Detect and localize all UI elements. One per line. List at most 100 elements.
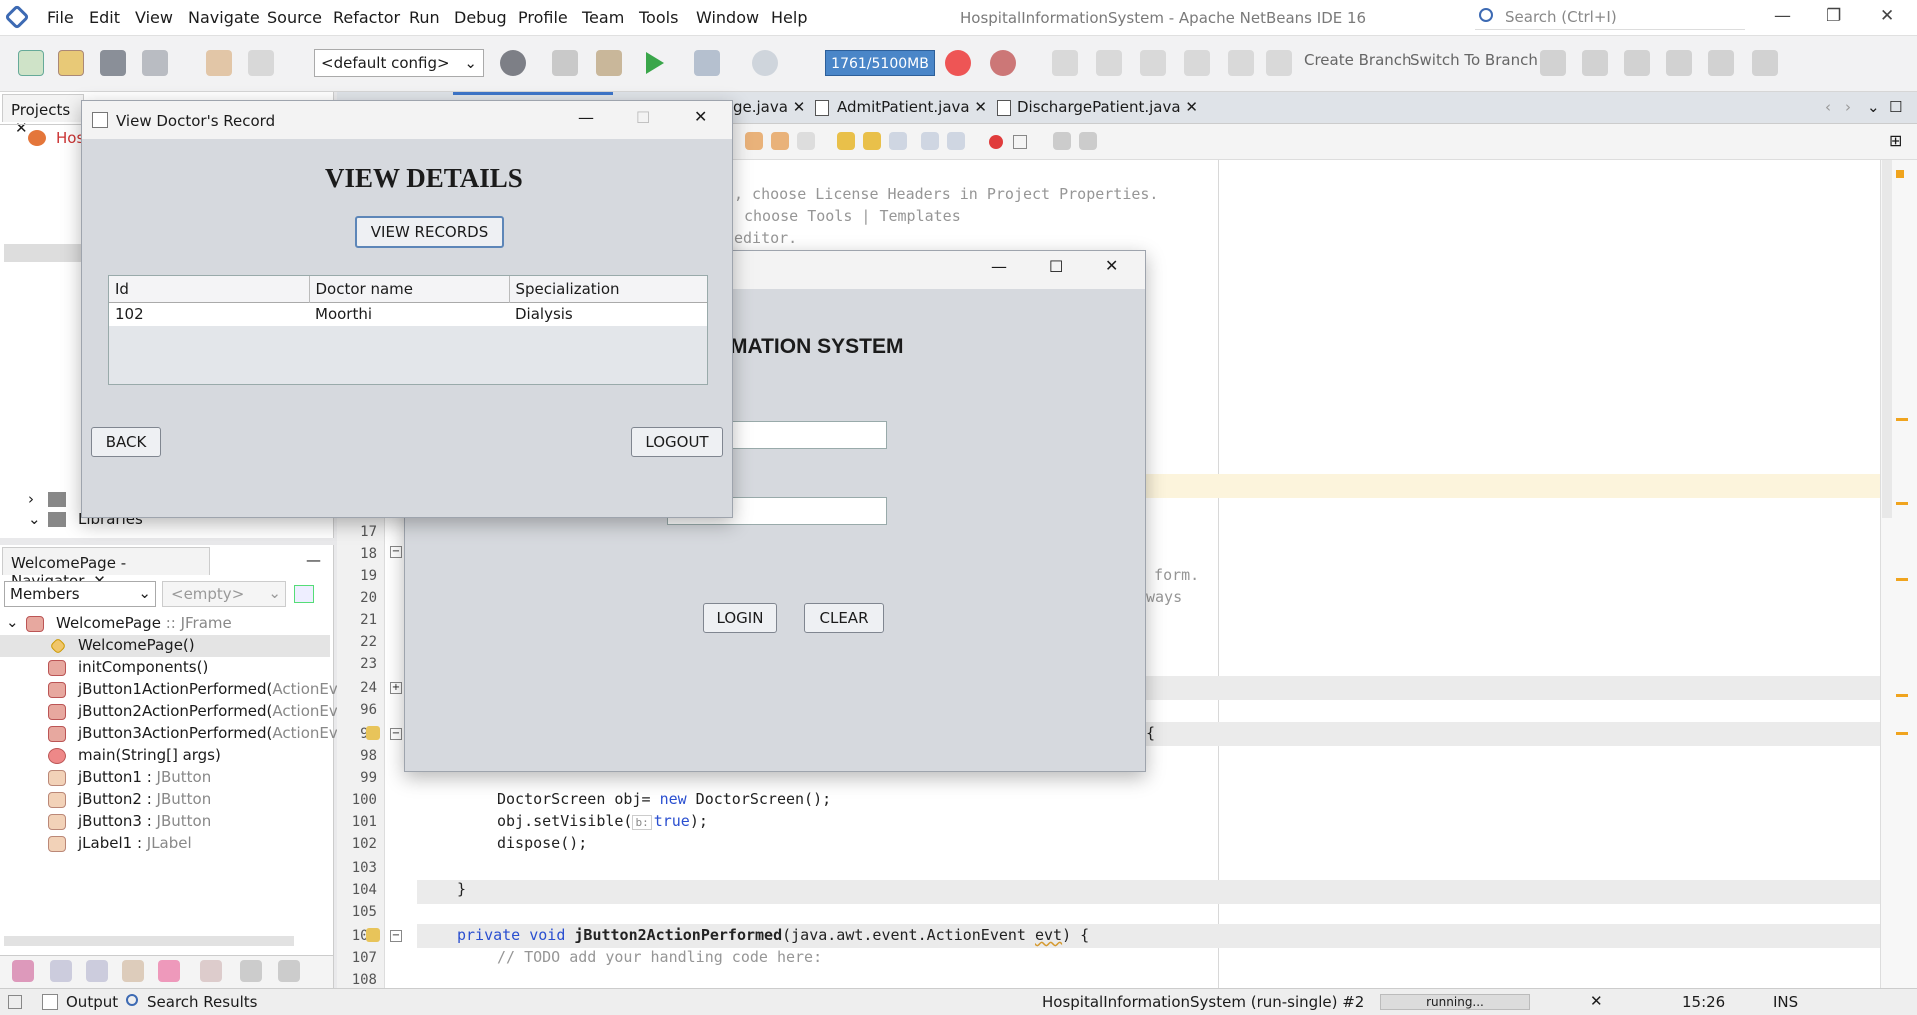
git-icon-1[interactable]: [1052, 50, 1078, 76]
create-branch-button[interactable]: Create Branch: [1304, 51, 1412, 69]
collapse-icon[interactable]: ⌄: [28, 510, 41, 528]
filter-icon-4[interactable]: [122, 960, 144, 982]
build-hammer-icon[interactable]: [552, 50, 578, 76]
close-window-button[interactable]: ✕: [1880, 6, 1894, 26]
memory-indicator[interactable]: 1761/5100MB: [825, 50, 935, 76]
menu-source[interactable]: Source: [267, 8, 322, 27]
git-icon-2[interactable]: [1096, 50, 1122, 76]
prev-bookmark-icon[interactable]: [837, 132, 855, 150]
globe-icon[interactable]: [500, 50, 526, 76]
list-item[interactable]: jButton2ActionPerformed(ActionEvent: [0, 701, 362, 723]
warning-marker[interactable]: [1896, 170, 1904, 178]
minimize-icon[interactable]: —: [991, 257, 1007, 276]
cancel-task-icon[interactable]: ✕: [1590, 992, 1603, 1010]
save-all-icon[interactable]: [142, 50, 168, 76]
filter-icon-3[interactable]: [86, 960, 108, 982]
toggle-bookmark-icon[interactable]: [889, 132, 907, 150]
comment-icon[interactable]: [1053, 132, 1071, 150]
uncomment-icon[interactable]: [1079, 132, 1097, 150]
find-next-icon[interactable]: [771, 132, 789, 150]
list-item[interactable]: jButton3ActionPerformed(ActionEvent: [0, 723, 362, 745]
git-icon-10[interactable]: [1708, 50, 1734, 76]
list-item[interactable]: jButton3 : JButton: [0, 811, 330, 833]
list-item[interactable]: WelcomePage(): [0, 635, 330, 657]
menu-profile[interactable]: Profile: [518, 8, 568, 27]
navigator-root[interactable]: ⌄ WelcomePage :: JFrame: [0, 613, 330, 635]
filter-options-icon[interactable]: [294, 585, 314, 603]
hint-bulb-icon[interactable]: [366, 928, 380, 942]
output-tab[interactable]: Output: [66, 993, 118, 1011]
filter-icon-1[interactable]: [12, 960, 34, 982]
list-item[interactable]: jLabel1 : JLabel: [0, 833, 330, 855]
horizontal-scrollbar[interactable]: [4, 936, 294, 946]
maximize-icon[interactable]: ☐: [1049, 257, 1063, 276]
expand-icon[interactable]: ›: [28, 490, 34, 508]
git-branch-icon[interactable]: [1266, 50, 1292, 76]
run-icon[interactable]: [646, 52, 664, 74]
debug-icon[interactable]: [694, 50, 720, 76]
minimize-window-button[interactable]: —: [1774, 6, 1791, 26]
next-bookmark-icon[interactable]: [863, 132, 881, 150]
close-icon[interactable]: ✕: [1105, 256, 1118, 275]
warning-marker[interactable]: [1896, 502, 1908, 505]
new-file-icon[interactable]: [18, 50, 44, 76]
menu-view[interactable]: View: [135, 8, 173, 27]
find-prev-icon[interactable]: [745, 132, 763, 150]
tab-admitpatient[interactable]: AdmitPatient.java ✕: [837, 98, 987, 116]
scroll-tabs-right-icon[interactable]: ›: [1845, 98, 1851, 116]
list-item[interactable]: initComponents(): [0, 657, 330, 679]
menu-help[interactable]: Help: [771, 8, 807, 27]
git-icon-8[interactable]: [1624, 50, 1650, 76]
menu-file[interactable]: File: [47, 8, 74, 27]
find-selection-icon[interactable]: [797, 132, 815, 150]
split-editor-icon[interactable]: ⊞: [1889, 131, 1902, 150]
profile-icon[interactable]: [752, 50, 778, 76]
menu-refactor[interactable]: Refactor: [333, 8, 400, 27]
maximize-editor-icon[interactable]: ☐: [1889, 98, 1902, 116]
switch-branch-button[interactable]: Switch To Branch: [1410, 51, 1538, 69]
git-icon-3[interactable]: [1140, 50, 1166, 76]
warning-marker[interactable]: [1896, 578, 1908, 581]
login-button[interactable]: LOGIN: [703, 603, 777, 633]
shift-left-icon[interactable]: [921, 132, 939, 150]
list-item[interactable]: jButton1ActionPerformed(ActionEvent: [0, 679, 362, 701]
git-icon-11[interactable]: [1752, 50, 1778, 76]
menu-team[interactable]: Team: [582, 8, 624, 27]
clean-build-icon[interactable]: [596, 50, 622, 76]
open-project-icon[interactable]: [100, 50, 126, 76]
search-results-tab[interactable]: Search Results: [147, 993, 257, 1011]
collapse-icon[interactable]: ⌄: [6, 613, 19, 631]
logout-button[interactable]: LOGOUT: [631, 427, 723, 457]
list-item[interactable]: jButton2 : JButton: [0, 789, 330, 811]
fold-toggle-icon[interactable]: −: [390, 930, 402, 942]
menu-window[interactable]: Window: [696, 8, 759, 27]
config-select[interactable]: <default config> ⌄: [314, 49, 484, 77]
filter-icon-2[interactable]: [50, 960, 72, 982]
clear-button[interactable]: CLEAR: [804, 603, 884, 633]
view-records-button[interactable]: VIEW RECORDS: [355, 216, 504, 248]
sort-icon-2[interactable]: [278, 960, 300, 982]
git-icon-4[interactable]: [1184, 50, 1210, 76]
tab-dischargepatient[interactable]: DischargePatient.java ✕: [1017, 98, 1198, 116]
record-macro-icon[interactable]: [989, 135, 1003, 149]
tab-ge-java[interactable]: ge.java ✕: [733, 98, 805, 116]
git-icon-6[interactable]: [1540, 50, 1566, 76]
menu-debug[interactable]: Debug: [454, 8, 507, 27]
minimize-icon[interactable]: —: [578, 108, 594, 127]
notifications-icon[interactable]: [8, 995, 22, 1009]
close-icon[interactable]: ✕: [793, 98, 806, 116]
sort-icon-1[interactable]: [240, 960, 262, 982]
fold-toggle-icon[interactable]: +: [390, 682, 402, 694]
menu-run[interactable]: Run: [409, 8, 440, 27]
warning-marker[interactable]: [1896, 732, 1908, 735]
members-filter-select[interactable]: Members ⌄: [4, 581, 156, 607]
menu-edit[interactable]: Edit: [89, 8, 120, 27]
search-input[interactable]: Search (Ctrl+I): [1475, 6, 1745, 30]
close-icon[interactable]: ✕: [1185, 98, 1198, 116]
scroll-tabs-left-icon[interactable]: ‹: [1825, 98, 1831, 116]
column-header-specialization[interactable]: Specialization: [509, 276, 707, 302]
undo-icon[interactable]: [206, 50, 232, 76]
menu-navigate[interactable]: Navigate: [188, 8, 260, 27]
minimize-panel-icon[interactable]: —: [306, 551, 321, 569]
list-item[interactable]: main(String[] args): [0, 745, 330, 767]
